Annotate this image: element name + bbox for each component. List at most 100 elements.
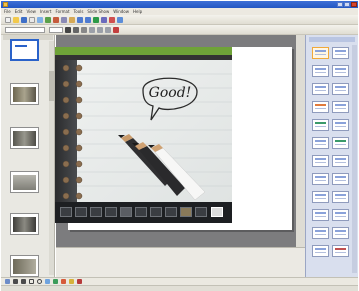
close-button[interactable] — [351, 2, 357, 7]
textbox-icon[interactable] — [45, 279, 50, 284]
bubble-text: Good! — [149, 85, 192, 101]
font-color-draw-icon[interactable] — [77, 279, 82, 284]
window-controls — [337, 2, 357, 7]
layout-option-10[interactable] — [332, 119, 349, 131]
film-thumb-2[interactable] — [75, 207, 87, 217]
maximize-button[interactable] — [344, 2, 350, 7]
paste-icon[interactable] — [69, 17, 75, 23]
menu-tools[interactable]: Tools — [74, 8, 84, 15]
app-icon — [3, 2, 8, 7]
viewer-header — [55, 47, 232, 55]
minimize-button[interactable] — [337, 2, 343, 7]
photo-good-note-pencils: Good! — [55, 60, 232, 202]
font-name-select[interactable] — [5, 27, 45, 33]
copy-icon[interactable] — [61, 17, 67, 23]
align-center-icon[interactable] — [97, 27, 103, 33]
italic-icon[interactable] — [73, 27, 79, 33]
menu-view[interactable]: View — [26, 8, 36, 15]
layout-option-17[interactable] — [312, 191, 329, 203]
layout-option-22[interactable] — [332, 227, 349, 239]
status-bar — [1, 285, 358, 291]
layout-option-15[interactable] — [312, 173, 329, 185]
slide-thumbnail-2[interactable] — [10, 83, 39, 105]
redo-icon[interactable] — [85, 17, 91, 23]
film-thumb-8[interactable] — [165, 207, 177, 217]
slide-thumbnail-3[interactable] — [10, 127, 39, 149]
print-icon[interactable] — [29, 17, 35, 23]
slides-pane-scrollbar[interactable] — [49, 41, 54, 275]
layout-option-21[interactable] — [312, 227, 329, 239]
menu-slide-show[interactable]: Slide Show — [87, 8, 109, 15]
film-thumb-3[interactable] — [90, 207, 102, 217]
layout-option-13[interactable] — [312, 155, 329, 167]
layout-option-19[interactable] — [312, 209, 329, 221]
open-icon[interactable] — [13, 17, 19, 23]
film-thumb-5[interactable] — [120, 207, 132, 217]
select-icon[interactable] — [5, 279, 10, 284]
table-icon[interactable] — [101, 17, 107, 23]
layout-option-1[interactable] — [312, 47, 329, 59]
font-color-icon[interactable] — [113, 27, 119, 33]
save-icon[interactable] — [21, 17, 27, 23]
slide-thumbnail-1[interactable] — [10, 39, 39, 61]
line-color-icon[interactable] — [69, 279, 74, 284]
undo-icon[interactable] — [77, 17, 83, 23]
layout-option-9[interactable] — [312, 119, 329, 131]
layout-option-20[interactable] — [332, 209, 349, 221]
task-pane-scrollbar[interactable] — [352, 45, 357, 273]
layout-option-14[interactable] — [332, 155, 349, 167]
clipart-icon[interactable] — [53, 279, 58, 284]
film-thumb-10[interactable] — [195, 207, 207, 217]
rectangle-icon[interactable] — [29, 279, 34, 284]
film-thumb-9[interactable] — [180, 207, 192, 217]
menu-help[interactable]: Help — [133, 8, 142, 15]
title-bar — [1, 1, 358, 8]
spellcheck-icon[interactable] — [45, 17, 51, 23]
film-thumb-6[interactable] — [135, 207, 147, 217]
chart-icon[interactable] — [93, 17, 99, 23]
menu-bar: File Edit View Insert Format Tools Slide… — [1, 8, 358, 15]
slide-thumbnail-5[interactable] — [10, 213, 39, 235]
menu-edit[interactable]: Edit — [15, 8, 23, 15]
film-thumb-7[interactable] — [150, 207, 162, 217]
font-size-select[interactable] — [49, 27, 63, 33]
zoom-icon[interactable] — [109, 17, 115, 23]
film-thumb-1[interactable] — [60, 207, 72, 217]
film-thumb-4[interactable] — [105, 207, 117, 217]
layout-option-12[interactable] — [332, 137, 349, 149]
align-right-icon[interactable] — [105, 27, 111, 33]
menu-insert[interactable]: Insert — [40, 8, 51, 15]
line-icon[interactable] — [13, 279, 18, 284]
film-thumb-11-selected[interactable] — [211, 207, 223, 217]
layout-option-3[interactable] — [312, 65, 329, 77]
ellipse-icon[interactable] — [37, 279, 42, 284]
layout-option-8[interactable] — [332, 101, 349, 113]
bold-icon[interactable] — [65, 27, 71, 33]
slide-thumbnail-6[interactable] — [10, 255, 39, 277]
workspace-scrollbar[interactable] — [296, 35, 305, 247]
layout-option-7[interactable] — [312, 101, 329, 113]
cut-icon[interactable] — [53, 17, 59, 23]
help-icon[interactable] — [117, 17, 123, 23]
preview-icon[interactable] — [37, 17, 43, 23]
menu-format[interactable]: Format — [55, 8, 69, 15]
layout-option-24[interactable] — [332, 245, 349, 257]
underline-icon[interactable] — [81, 27, 87, 33]
layout-option-6[interactable] — [332, 83, 349, 95]
align-left-icon[interactable] — [89, 27, 95, 33]
layout-option-4[interactable] — [332, 65, 349, 77]
arrow-icon[interactable] — [21, 279, 26, 284]
layout-option-5[interactable] — [312, 83, 329, 95]
notes-area[interactable] — [56, 247, 305, 277]
menu-window[interactable]: Window — [113, 8, 129, 15]
layout-option-23[interactable] — [312, 245, 329, 257]
menu-file[interactable]: File — [4, 8, 11, 15]
slide-thumbnail-4[interactable] — [10, 171, 39, 193]
layout-option-18[interactable] — [332, 191, 349, 203]
layout-option-16[interactable] — [332, 173, 349, 185]
layout-option-2[interactable] — [332, 47, 349, 59]
fill-color-icon[interactable] — [61, 279, 66, 284]
new-icon[interactable] — [5, 17, 11, 23]
slides-pane — [1, 35, 55, 277]
layout-option-11[interactable] — [312, 137, 329, 149]
